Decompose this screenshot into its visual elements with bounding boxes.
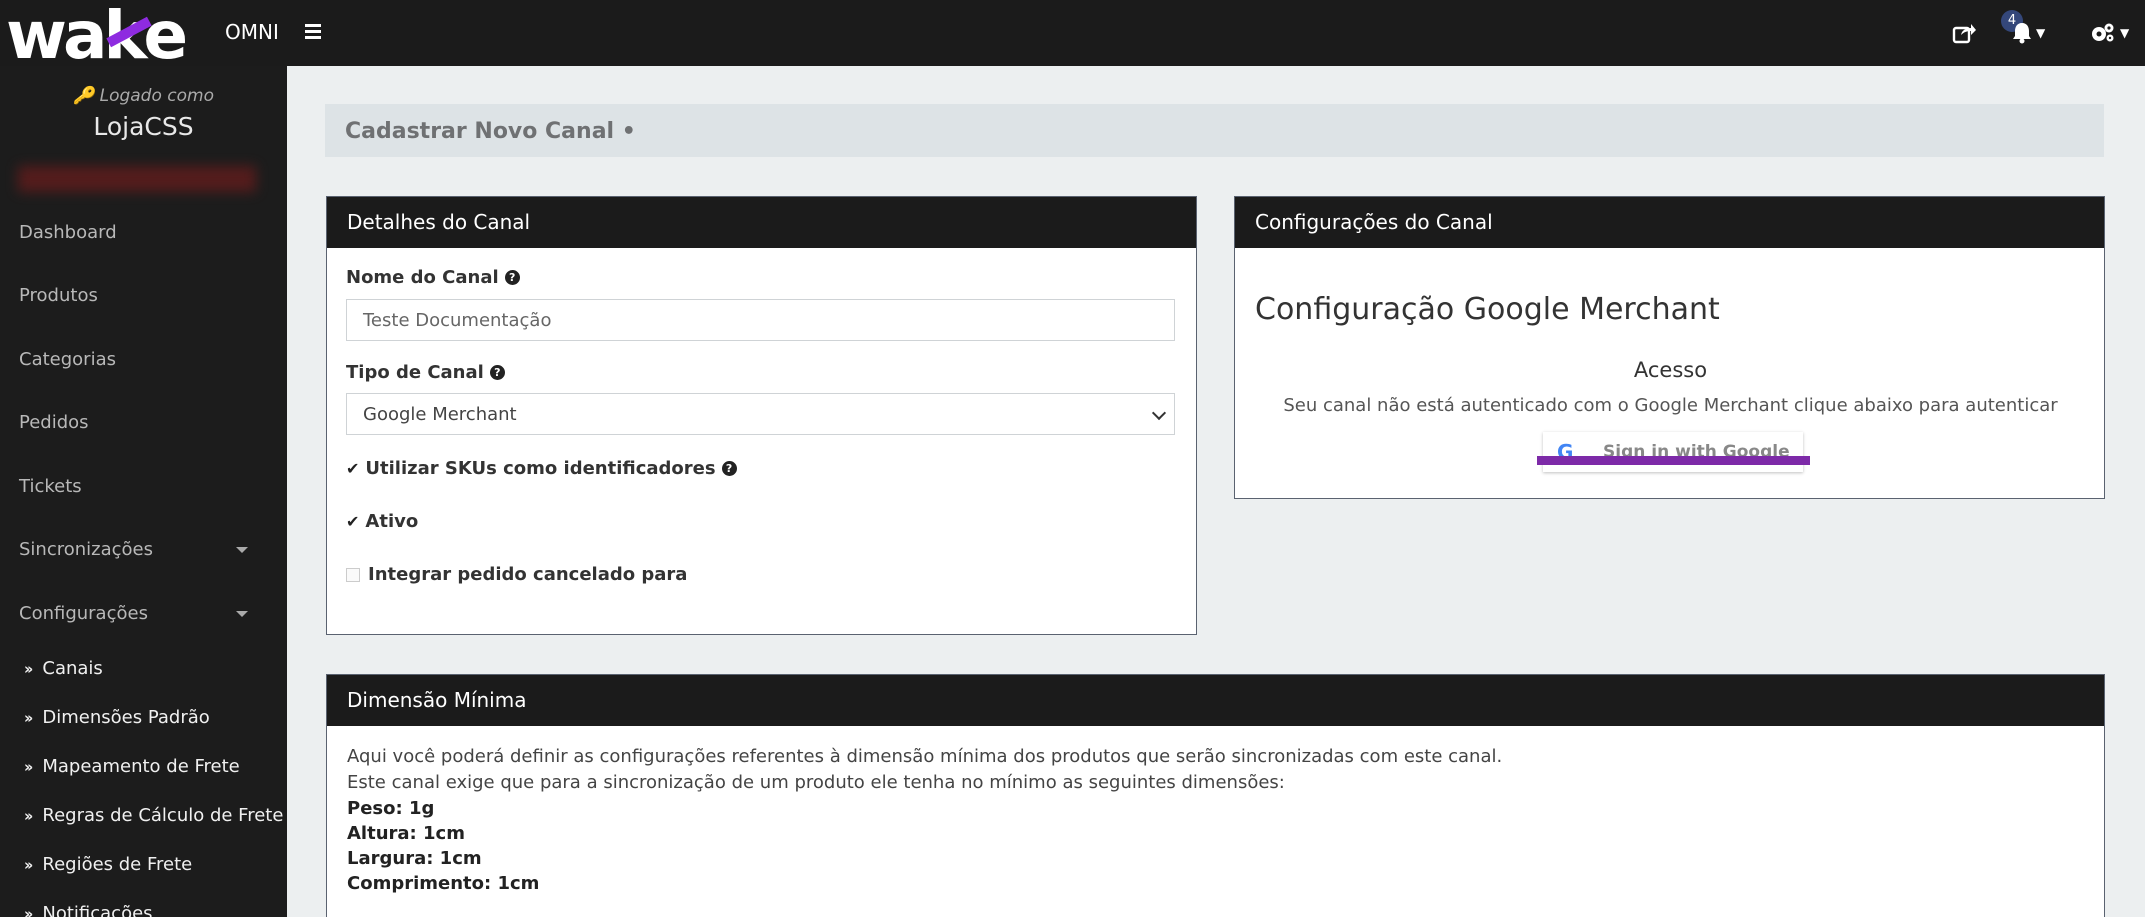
store-name: LojaCSS [93,112,194,141]
sidebar-item-tickets[interactable]: Tickets [19,476,82,497]
sidebar: 🔑 Logado como LojaCSS Dashboard Produtos… [0,66,287,917]
google-merchant-title: Configuração Google Merchant [1255,292,1720,327]
double-chevron-right-icon: ›› [24,708,34,727]
sidebar-item-label: Sincronizações [19,539,153,560]
sidebar-item-produtos[interactable]: Produtos [19,285,98,306]
length-value: Comprimento: 1cm [347,873,540,894]
channel-details-panel: Detalhes do Canal Nome do Canal? Teste D… [326,196,1197,635]
access-heading: Acesso [1633,358,1708,382]
panel-heading: Detalhes do Canal [327,197,1196,248]
auth-message: Seu canal não está autenticado com o Goo… [1283,395,2058,416]
caret-down-icon [236,611,248,617]
dimension-description: Aqui você poderá definir as configuraçõe… [347,746,1503,767]
channel-name-label: Nome do Canal? [346,267,520,288]
wake-logo[interactable]: wake [6,3,188,69]
chevron-down-icon: ▼ [2036,26,2046,40]
top-bar: wake OMNI 4 ▼ ▼ [0,0,2145,69]
sidebar-subitem-regioes-frete[interactable]: ›› Regiões de Frete [24,854,192,875]
page-header: Cadastrar Novo Canal • [325,104,2104,157]
sidebar-item-categorias[interactable]: Categorias [19,349,116,370]
logged-as-label: 🔑 Logado como [73,86,214,106]
min-dimension-panel: Dimensão Mínima Aqui você poderá definir… [326,674,2105,917]
sidebar-subitem-canais[interactable]: ›› Canais [24,658,103,679]
checkmark-icon: ✔ [346,512,360,531]
weight-value: Peso: 1g [347,798,435,819]
caret-down-icon [236,547,248,553]
page-title: Cadastrar Novo Canal • [345,119,636,144]
checkmark-icon: ✔ [346,459,360,478]
question-circle-icon[interactable]: ? [504,270,520,285]
sidebar-item-dashboard[interactable]: Dashboard [19,222,117,243]
bell-icon[interactable]: ▼ [2012,18,2045,48]
width-value: Largura: 1cm [347,848,482,869]
integrate-cancelled-checkbox[interactable]: Integrar pedido cancelado para [346,564,687,585]
blurred-user-info [18,166,256,192]
chevron-down-icon [1151,405,1167,421]
active-checkbox[interactable]: ✔ Ativo [346,511,418,532]
use-sku-checkbox[interactable]: ✔ Utilizar SKUs como identificadores? [346,458,737,479]
channel-type-select[interactable]: Google Merchant [346,393,1175,435]
sidebar-subitem-mapeamento-frete[interactable]: ›› Mapeamento de Frete [24,756,240,777]
settings-gears-icon[interactable]: ▼ [2090,18,2129,48]
key-icon: 🔑 [73,86,95,106]
sidebar-item-sincronizacoes[interactable]: Sincronizações [19,539,268,560]
question-circle-icon[interactable]: ? [721,461,737,476]
double-chevron-right-icon: ›› [24,806,34,825]
chevron-down-icon: ▼ [2120,26,2130,40]
google-signin-button[interactable]: G Sign in with Google [1543,432,1803,472]
dimension-requirement: Este canal exige que para a sincronizaçã… [347,772,1285,793]
panel-heading: Configurações do Canal [1235,197,2104,248]
sidebar-item-configuracoes[interactable]: Configurações [19,603,268,624]
channel-type-label: Tipo de Canal? [346,362,505,383]
sidebar-subitem-notificacoes[interactable]: ›› Notificações [24,903,153,917]
channel-name-input[interactable]: Teste Documentação [346,299,1175,341]
sidebar-item-pedidos[interactable]: Pedidos [19,412,89,433]
question-circle-icon[interactable]: ? [489,365,505,380]
empty-checkbox-icon [346,567,360,582]
highlight-underline [1537,456,1810,465]
channel-config-panel: Configurações do Canal Configuração Goog… [1234,196,2105,499]
panel-heading: Dimensão Mínima [327,675,2104,726]
double-chevron-right-icon: ›› [24,904,34,917]
sidebar-item-label: Configurações [19,603,148,624]
height-value: Altura: 1cm [347,823,465,844]
menu-toggle-icon[interactable] [305,24,321,40]
share-icon[interactable] [1952,18,1976,48]
sidebar-subitem-dimensoes-padrao[interactable]: ›› Dimensões Padrão [24,707,210,728]
sidebar-subitem-regras-calculo-frete[interactable]: ›› Regras de Cálculo de Frete [24,805,283,826]
double-chevron-right-icon: ›› [24,855,34,874]
double-chevron-right-icon: ›› [24,757,34,776]
product-name: OMNI [225,20,279,44]
double-chevron-right-icon: ›› [24,659,34,678]
